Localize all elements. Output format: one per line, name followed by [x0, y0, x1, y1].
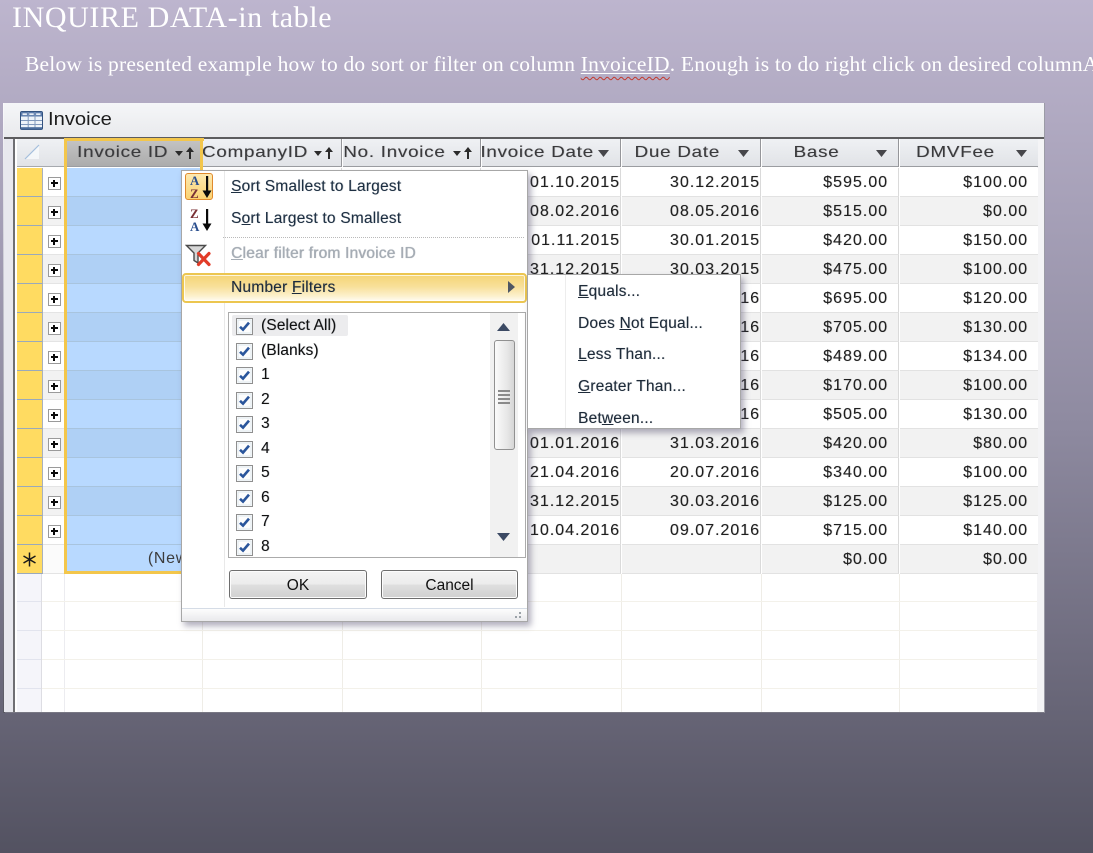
svg-text:Z: Z [190, 186, 199, 199]
svg-text:A: A [190, 219, 200, 232]
